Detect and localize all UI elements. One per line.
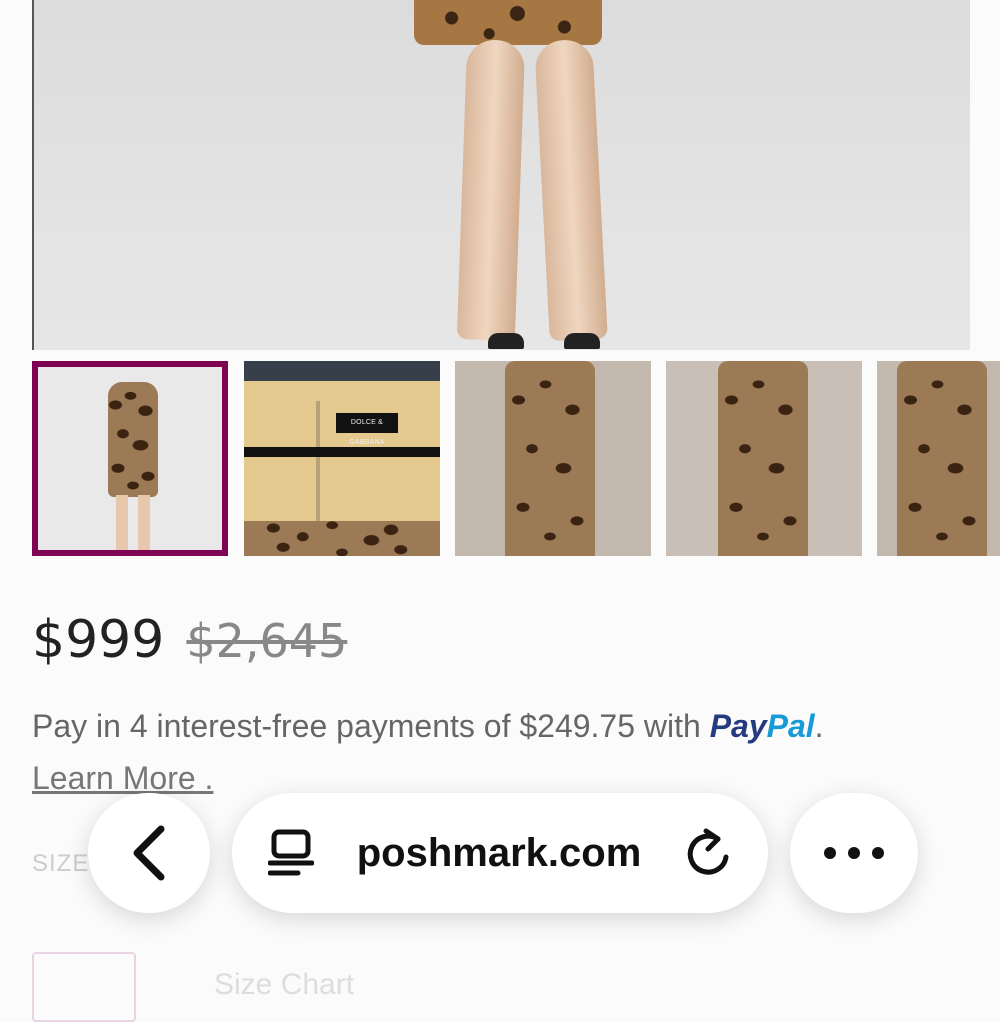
brand-label: DOLCE & GABBANA bbox=[336, 413, 398, 446]
thumbnail-leg bbox=[116, 495, 128, 550]
thumbnail-leg bbox=[138, 495, 150, 550]
original-price: $2,645 bbox=[186, 614, 348, 668]
current-price: $999 bbox=[32, 610, 165, 670]
size-option[interactable] bbox=[32, 952, 136, 1022]
chevron-left-icon bbox=[133, 825, 165, 881]
paypal-period: . bbox=[814, 708, 824, 744]
paypal-logo-pal: Pal bbox=[766, 708, 815, 744]
model-right-leg bbox=[534, 38, 608, 342]
learn-more-period: . bbox=[195, 760, 214, 796]
learn-more-label: Learn More bbox=[32, 760, 196, 796]
hanging-dress bbox=[505, 361, 595, 556]
hanger-strap bbox=[244, 447, 440, 457]
price-row: $999 $2,645 bbox=[32, 610, 347, 670]
paypal-message: Pay in 4 interest-free payments of $249.… bbox=[32, 708, 710, 744]
product-main-image[interactable] bbox=[32, 0, 970, 350]
url-text[interactable]: poshmark.com bbox=[357, 831, 642, 876]
model-left-shoe bbox=[488, 333, 524, 349]
paypal-logo: PayPal bbox=[710, 708, 815, 744]
thumbnail-strip: DOLCE & GABBANA bbox=[32, 361, 1000, 556]
size-label: SIZE bbox=[32, 850, 90, 877]
thumbnail-4[interactable] bbox=[666, 361, 862, 556]
thumbnail-5[interactable] bbox=[877, 361, 1000, 556]
dress-hem bbox=[414, 0, 602, 45]
page-menu-icon[interactable] bbox=[268, 829, 314, 877]
model-left-leg bbox=[456, 39, 526, 341]
hanger bbox=[244, 361, 440, 381]
more-options-button[interactable] bbox=[790, 793, 918, 913]
model-right-shoe bbox=[564, 333, 600, 349]
paypal-logo-pay: Pay bbox=[709, 708, 767, 744]
hanging-dress bbox=[718, 361, 808, 556]
learn-more-link[interactable]: Learn More . bbox=[32, 760, 213, 797]
address-bar[interactable]: poshmark.com bbox=[232, 793, 768, 913]
back-button[interactable] bbox=[88, 793, 210, 913]
thumbnail-2[interactable]: DOLCE & GABBANA bbox=[244, 361, 440, 556]
reload-icon[interactable] bbox=[684, 827, 732, 879]
size-chart-link[interactable]: Size Chart bbox=[214, 968, 354, 1002]
hanging-dress bbox=[897, 361, 987, 556]
thumbnail-dress bbox=[108, 382, 158, 497]
thumbnail-1[interactable] bbox=[32, 361, 228, 556]
paypal-installments-text: Pay in 4 interest-free payments of $249.… bbox=[32, 708, 824, 745]
more-horizontal-icon bbox=[824, 847, 884, 859]
thumbnail-3[interactable] bbox=[455, 361, 651, 556]
dress-fabric bbox=[244, 521, 440, 556]
